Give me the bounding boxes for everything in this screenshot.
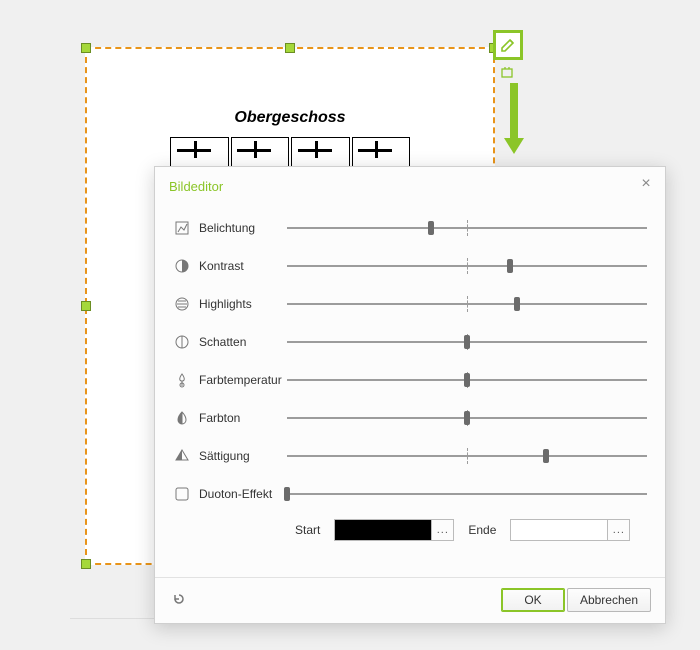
slider-label: Duoton-Effekt xyxy=(191,487,287,501)
slider-duoton-effekt[interactable] xyxy=(287,484,647,504)
annotation-arrow xyxy=(504,83,524,154)
image-editor-dialog: Bildeditor × Belichtung Kontrast Highlight… xyxy=(154,166,666,624)
slider-row-schatten: Schatten xyxy=(173,323,647,361)
slider-row-kontrast: Kontrast xyxy=(173,247,647,285)
duoton-colors-row: Start... Ende... xyxy=(173,519,647,541)
slider-schatten[interactable] xyxy=(287,332,647,352)
slider-highlights[interactable] xyxy=(287,294,647,314)
pencil-icon xyxy=(500,37,516,53)
reset-button[interactable] xyxy=(171,591,189,609)
slider-row-belichtung: Belichtung xyxy=(173,209,647,247)
slider-label: Kontrast xyxy=(191,259,287,273)
slider-row-farbton: Farbton xyxy=(173,399,647,437)
slider-label: Highlights xyxy=(191,297,287,311)
slider-label: Sättigung xyxy=(191,449,287,463)
slider-farbtemperatur[interactable] xyxy=(287,370,647,390)
undo-icon xyxy=(171,591,187,607)
close-button[interactable]: × xyxy=(637,175,655,193)
slider-row-farbtemperatur: Farbtemperatur xyxy=(173,361,647,399)
slider-farbton[interactable] xyxy=(287,408,647,428)
slider-icon xyxy=(173,219,191,237)
color-swatch-start xyxy=(335,520,431,540)
slider-label: Schatten xyxy=(191,335,287,349)
slider-label: Farbtemperatur xyxy=(191,373,287,387)
duoton-start-label: Start xyxy=(295,523,320,537)
color-picker-button[interactable]: ... xyxy=(607,520,629,540)
slider-icon xyxy=(173,371,191,389)
slider-label: Belichtung xyxy=(191,221,287,235)
slider-icon xyxy=(173,485,191,503)
slider-sättigung[interactable] xyxy=(287,446,647,466)
slider-belichtung[interactable] xyxy=(287,218,647,238)
slider-icon xyxy=(173,333,191,351)
slider-icon xyxy=(173,257,191,275)
color-swatch-end xyxy=(511,520,607,540)
dialog-footer: OK Abbrechen xyxy=(155,577,665,623)
slider-row-highlights: Highlights xyxy=(173,285,647,323)
dialog-title: Bildeditor xyxy=(169,179,223,194)
reset-image-icon[interactable] xyxy=(500,65,515,80)
color-picker-button[interactable]: ... xyxy=(431,520,453,540)
slider-row-sättigung: Sättigung xyxy=(173,437,647,475)
image-caption: Obergeschoss xyxy=(137,109,443,127)
duoton-end-swatch[interactable]: ... xyxy=(510,519,630,541)
ok-button[interactable]: OK xyxy=(501,588,565,612)
duoton-end-label: Ende xyxy=(468,523,496,537)
slider-label: Farbton xyxy=(191,411,287,425)
slider-kontrast[interactable] xyxy=(287,256,647,276)
slider-icon xyxy=(173,409,191,427)
slider-icon xyxy=(173,447,191,465)
edit-image-button[interactable] xyxy=(493,30,523,60)
slider-row-duoton-effekt: Duoton-Effekt xyxy=(173,475,647,513)
cancel-button[interactable]: Abbrechen xyxy=(567,588,651,612)
duoton-start-swatch[interactable]: ... xyxy=(334,519,454,541)
slider-icon xyxy=(173,295,191,313)
